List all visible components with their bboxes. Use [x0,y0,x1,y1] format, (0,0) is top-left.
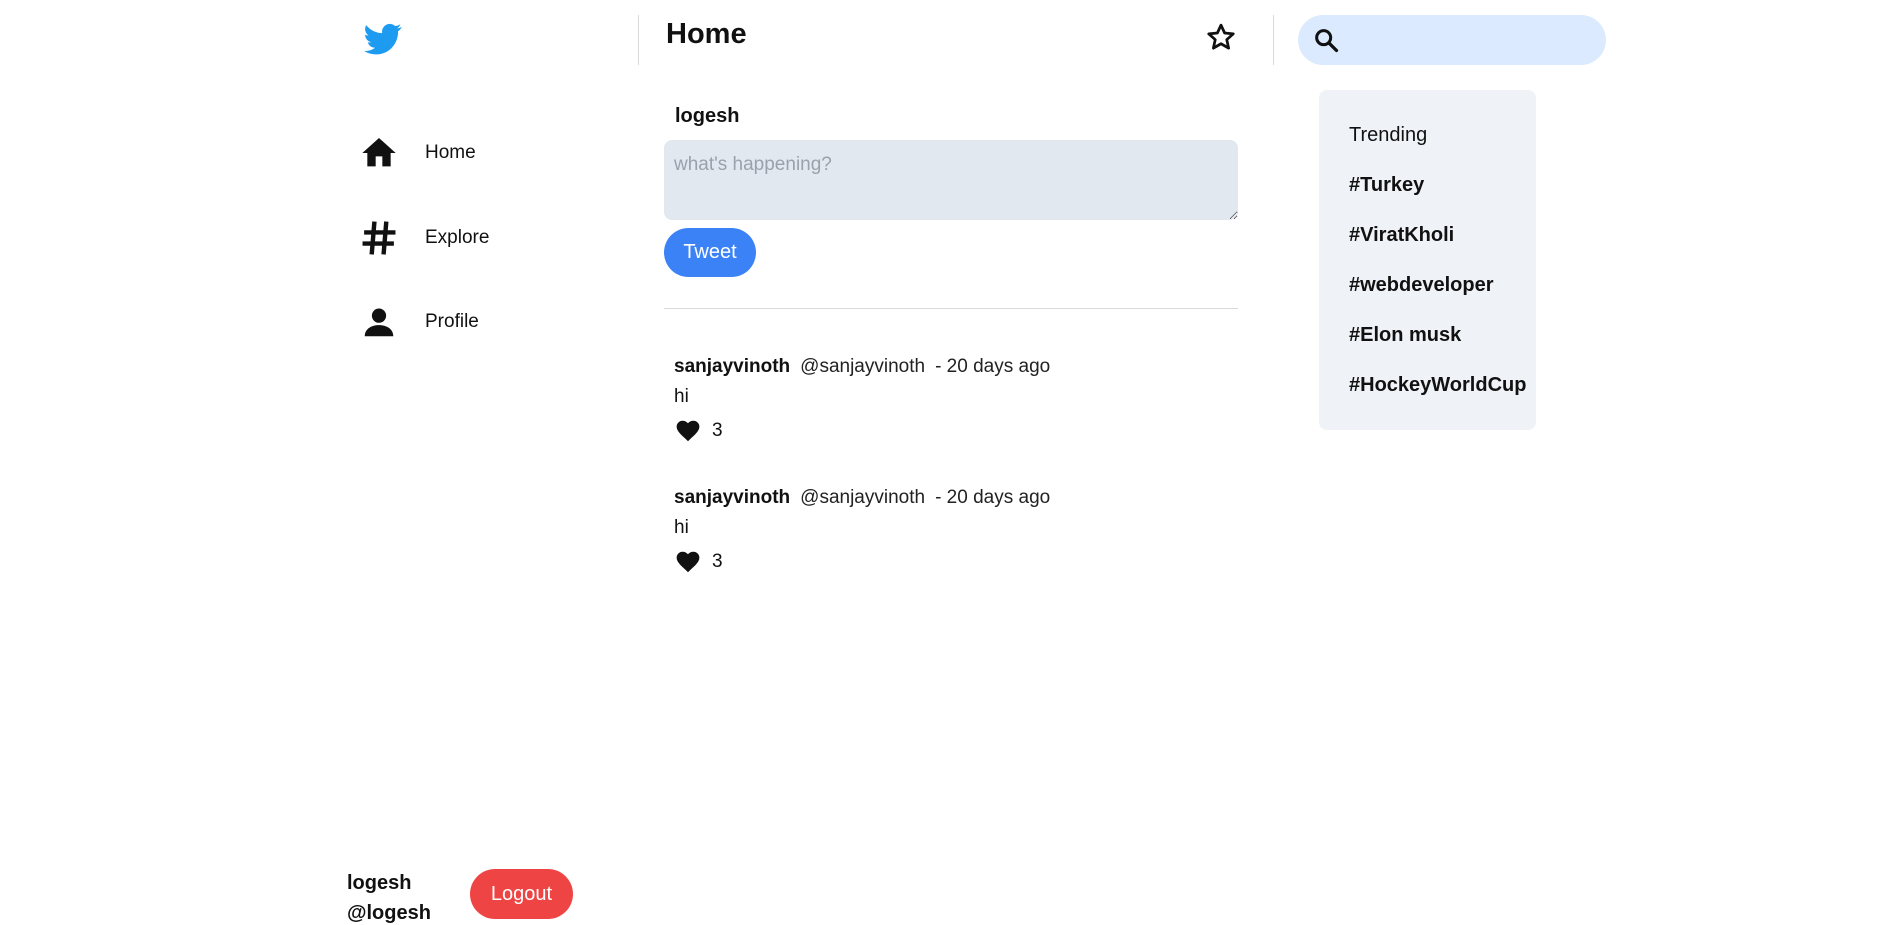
left-divider [638,15,639,65]
current-user-name: logesh [347,872,412,894]
trend-item[interactable]: #webdeveloper [1349,274,1494,297]
tweet-text: hi [674,517,689,538]
sidebar-item-profile[interactable]: Profile [357,300,587,344]
tweet-button[interactable]: Tweet [664,228,756,277]
search-input[interactable] [1348,28,1592,52]
search-icon [1312,26,1340,54]
tweet-item: sanjayvinoth @sanjayvinoth - 20 days ago… [674,487,1234,575]
trend-item[interactable]: #Turkey [1349,174,1424,197]
hashtag-icon [357,216,401,260]
sidebar-item-label: Explore [425,227,490,248]
heart-icon[interactable] [674,418,702,444]
trend-item[interactable]: #Elon musk [1349,324,1461,347]
tweet-time: - 20 days ago [935,487,1051,508]
tweet-item: sanjayvinoth @sanjayvinoth - 20 days ago… [674,356,1234,444]
composer-username: logesh [675,105,740,127]
feed-divider [664,308,1238,309]
trend-item[interactable]: #HockeyWorldCup [1349,374,1526,397]
like-count: 3 [712,420,723,441]
twitter-logo-icon[interactable] [362,20,404,58]
tweet-handle: @sanjayvinoth [800,356,926,377]
page-title: Home [666,18,747,50]
trend-item[interactable]: #ViratKholi [1349,224,1454,247]
like-count: 3 [712,551,723,572]
tweet-author[interactable]: sanjayvinoth [674,487,790,509]
star-icon[interactable] [1206,22,1236,52]
sidebar-item-label: Home [425,142,476,163]
tweet-time: - 20 days ago [935,356,1051,377]
tweet-handle: @sanjayvinoth [800,487,926,508]
trending-title: Trending [1349,124,1428,146]
logout-button[interactable]: Logout [470,869,573,919]
sidebar-item-label: Profile [425,311,479,332]
tweet-text: hi [674,386,689,407]
heart-icon[interactable] [674,549,702,575]
home-icon [357,131,401,175]
person-icon [357,300,401,344]
tweet-author[interactable]: sanjayvinoth [674,356,790,378]
search-bar[interactable] [1298,15,1606,65]
sidebar-item-home[interactable]: Home [357,131,587,175]
trending-panel: Trending #Turkey #ViratKholi #webdevelop… [1319,90,1536,430]
sidebar-item-explore[interactable]: Explore [357,216,587,260]
right-divider [1273,15,1274,65]
tweet-composer-input[interactable] [664,140,1238,220]
current-user-handle: @logesh [347,902,431,924]
